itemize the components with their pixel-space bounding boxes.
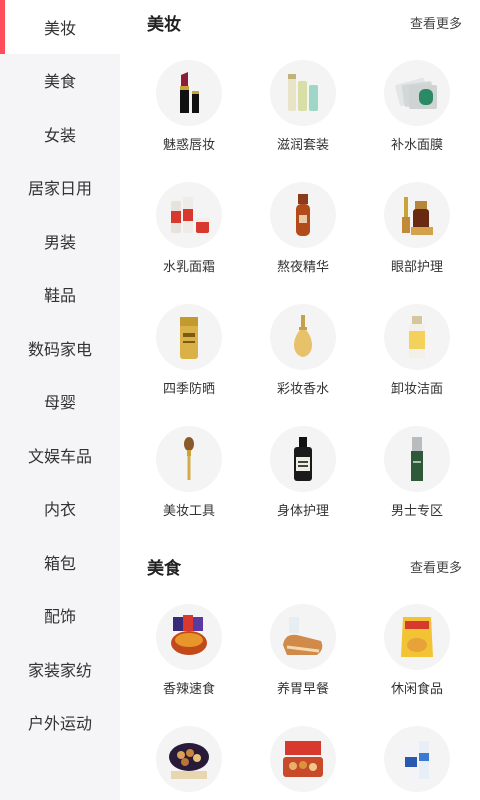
- category-tile[interactable]: [246, 710, 360, 800]
- sidebar-item-label: 内衣: [43, 500, 76, 520]
- category-tile-label: 彩妆香水: [276, 382, 329, 397]
- category-tile[interactable]: 养胃早餐: [246, 588, 360, 710]
- category-tile-label: 美妆工具: [162, 504, 215, 519]
- section-title: 美食: [147, 558, 181, 579]
- cream-set-icon: [156, 182, 222, 248]
- sidebar-item-baby[interactable]: 母婴: [0, 375, 120, 429]
- category-tile-label: 休闲食品: [390, 682, 443, 697]
- milk-icon: [384, 726, 450, 792]
- cookies-icon: [156, 726, 222, 792]
- eye-care-icon: [384, 182, 450, 248]
- category-tile-label: 魅惑唇妆: [162, 138, 215, 153]
- category-tile-label: 卸妆洁面: [390, 382, 443, 397]
- sidebar-item-label: 家装家纺: [27, 660, 92, 680]
- section-header-beauty: 美妆 查看更多: [120, 0, 480, 44]
- section-title: 美妆: [147, 14, 181, 35]
- sidebar-item-underwear[interactable]: 内衣: [0, 482, 120, 536]
- makeup-brush-icon: [156, 426, 222, 492]
- sidebar-item-home[interactable]: 居家日用: [0, 161, 120, 215]
- sidebar-item-label: 母婴: [43, 393, 76, 413]
- body-oil-icon: [270, 426, 336, 492]
- product-grid-food: 香辣速食 养胃早餐 休闲食品: [120, 588, 480, 800]
- nuts-gift-box-icon: [270, 726, 336, 792]
- view-more-link[interactable]: 查看更多: [410, 13, 462, 32]
- sidebar-item-label: 居家日用: [27, 179, 92, 199]
- perfume-icon: [270, 304, 336, 370]
- sidebar-item-womens[interactable]: 女装: [0, 107, 120, 161]
- sidebar-item-home-textile[interactable]: 家装家纺: [0, 642, 120, 696]
- category-tile[interactable]: 美妆工具: [132, 410, 246, 532]
- sidebar-item-label: 文娱车品: [27, 446, 92, 466]
- skincare-tubes-icon: [270, 60, 336, 126]
- section-header-food: 美食 查看更多: [120, 544, 480, 588]
- category-tile-label: 熬夜精华: [276, 260, 329, 275]
- sidebar-item-mens[interactable]: 男装: [0, 214, 120, 268]
- cleanser-icon: [384, 304, 450, 370]
- category-tile[interactable]: 彩妆香水: [246, 288, 360, 410]
- view-more-link[interactable]: 查看更多: [410, 557, 462, 576]
- sidebar-item-label: 男装: [43, 232, 76, 252]
- sidebar-item-entertainment[interactable]: 文娱车品: [0, 428, 120, 482]
- sidebar-item-digital[interactable]: 数码家电: [0, 321, 120, 375]
- serum-bottle-icon: [270, 182, 336, 248]
- category-tile-label: 身体护理: [276, 504, 329, 519]
- chips-icon: [384, 604, 450, 670]
- category-tile[interactable]: 水乳面霜: [132, 166, 246, 288]
- category-tile-label: 水乳面霜: [162, 260, 215, 275]
- sidebar-item-accessories[interactable]: 配饰: [0, 589, 120, 643]
- mens-bottle-icon: [384, 426, 450, 492]
- category-tile[interactable]: 滋润套装: [246, 44, 360, 166]
- sidebar-item-label: 配饰: [43, 607, 76, 627]
- sidebar-item-label: 箱包: [43, 553, 76, 573]
- sidebar-item-label: 美食: [43, 72, 76, 92]
- category-tile[interactable]: 休闲食品: [360, 588, 474, 710]
- category-tile-label: 香辣速食: [162, 682, 215, 697]
- category-sidebar: 美妆 美食 女装 居家日用 男装 鞋品 数码家电 母婴 文娱车品 内衣 箱包 配…: [0, 0, 120, 800]
- category-tile-label: 男士专区: [390, 504, 443, 519]
- sidebar-item-shoes[interactable]: 鞋品: [0, 268, 120, 322]
- sidebar-item-beauty[interactable]: 美妆: [0, 0, 120, 54]
- category-tile[interactable]: [132, 710, 246, 800]
- sidebar-item-bags[interactable]: 箱包: [0, 535, 120, 589]
- noodles-icon: [156, 604, 222, 670]
- category-tile-label: 养胃早餐: [276, 682, 329, 697]
- sidebar-item-label: 户外运动: [27, 714, 92, 734]
- category-tile[interactable]: 魅惑唇妆: [132, 44, 246, 166]
- category-tile[interactable]: 眼部护理: [360, 166, 474, 288]
- category-tile[interactable]: 补水面膜: [360, 44, 474, 166]
- category-tile-label: 眼部护理: [390, 260, 443, 275]
- category-tile[interactable]: [360, 710, 474, 800]
- category-tile[interactable]: 熬夜精华: [246, 166, 360, 288]
- category-tile-label: 补水面膜: [390, 138, 443, 153]
- bread-icon: [270, 604, 336, 670]
- category-tile-label: 四季防晒: [162, 382, 215, 397]
- sidebar-item-food[interactable]: 美食: [0, 54, 120, 108]
- category-tile[interactable]: 卸妆洁面: [360, 288, 474, 410]
- category-tile[interactable]: 身体护理: [246, 410, 360, 532]
- category-content: 美妆 查看更多 魅惑唇妆 滋润套装 补水面膜 水乳面霜 熬夜精华 眼部护理 四季…: [120, 0, 480, 800]
- sidebar-item-outdoor[interactable]: 户外运动: [0, 696, 120, 750]
- sidebar-item-label: 数码家电: [27, 339, 92, 359]
- sunscreen-icon: [156, 304, 222, 370]
- sidebar-item-label: 女装: [43, 125, 76, 145]
- category-tile[interactable]: 四季防晒: [132, 288, 246, 410]
- product-grid-beauty: 魅惑唇妆 滋润套装 补水面膜 水乳面霜 熬夜精华 眼部护理 四季防晒 彩妆香水 …: [120, 44, 480, 532]
- category-tile[interactable]: 香辣速食: [132, 588, 246, 710]
- sidebar-item-label: 美妆: [43, 18, 76, 38]
- sidebar-item-label: 鞋品: [43, 286, 76, 306]
- lipstick-icon: [156, 60, 222, 126]
- category-tile[interactable]: 男士专区: [360, 410, 474, 532]
- category-tile-label: 滋润套装: [276, 138, 329, 153]
- face-mask-icon: [384, 60, 450, 126]
